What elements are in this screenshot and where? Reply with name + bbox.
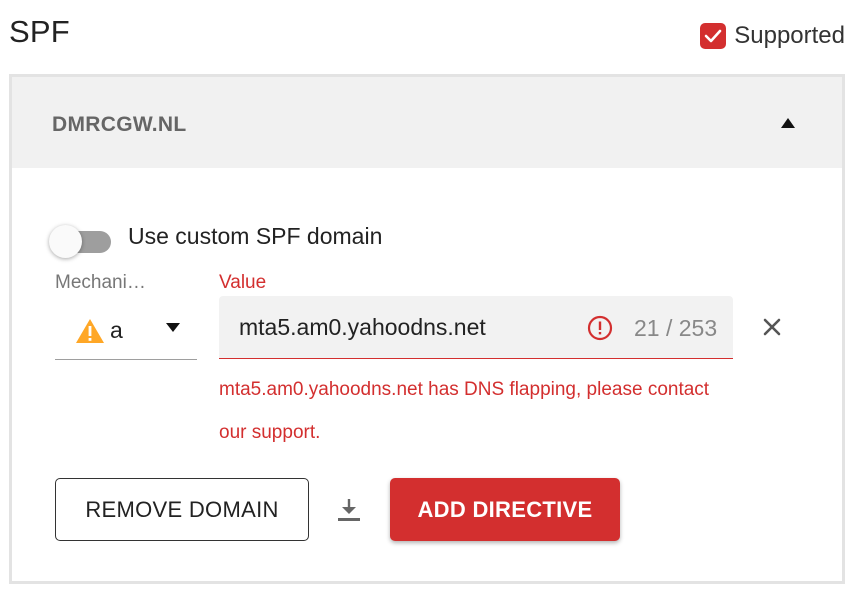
triangle-up-icon[interactable]: [780, 117, 796, 129]
mechanism-select[interactable]: a: [55, 296, 197, 360]
value-field[interactable]: 21 / 253: [219, 296, 733, 359]
toggle-thumb: [49, 225, 82, 258]
warning-icon: [76, 319, 104, 343]
char-count: 21 / 253: [634, 315, 718, 341]
value-input[interactable]: [239, 310, 569, 344]
remove-domain-button[interactable]: REMOVE DOMAIN: [55, 478, 309, 541]
add-directive-button[interactable]: ADD DIRECTIVE: [390, 478, 620, 541]
value-label: Value: [219, 272, 267, 293]
mechanism-value: a: [110, 317, 123, 343]
domain-name: DMRCGW.NL: [52, 113, 187, 136]
supported-checkbox[interactable]: Supported: [700, 22, 845, 50]
checkbox-checked-icon[interactable]: [700, 23, 727, 49]
page-title: SPF: [9, 14, 70, 49]
error-icon: [587, 315, 613, 341]
mechanism-label: Mechani…: [55, 272, 146, 293]
custom-spf-label: Use custom SPF domain: [128, 223, 383, 249]
close-icon[interactable]: [762, 317, 782, 337]
chevron-down-icon: [166, 323, 180, 332]
supported-label: Supported: [734, 22, 845, 49]
custom-spf-toggle[interactable]: [49, 224, 111, 258]
domain-panel-header[interactable]: DMRCGW.NL: [12, 77, 842, 168]
download-icon[interactable]: [337, 497, 361, 523]
domain-panel: DMRCGW.NL Use custom SPF domain Mechani……: [9, 74, 845, 584]
error-message: mta5.am0.yahoodns.net has DNS flapping, …: [219, 379, 710, 443]
